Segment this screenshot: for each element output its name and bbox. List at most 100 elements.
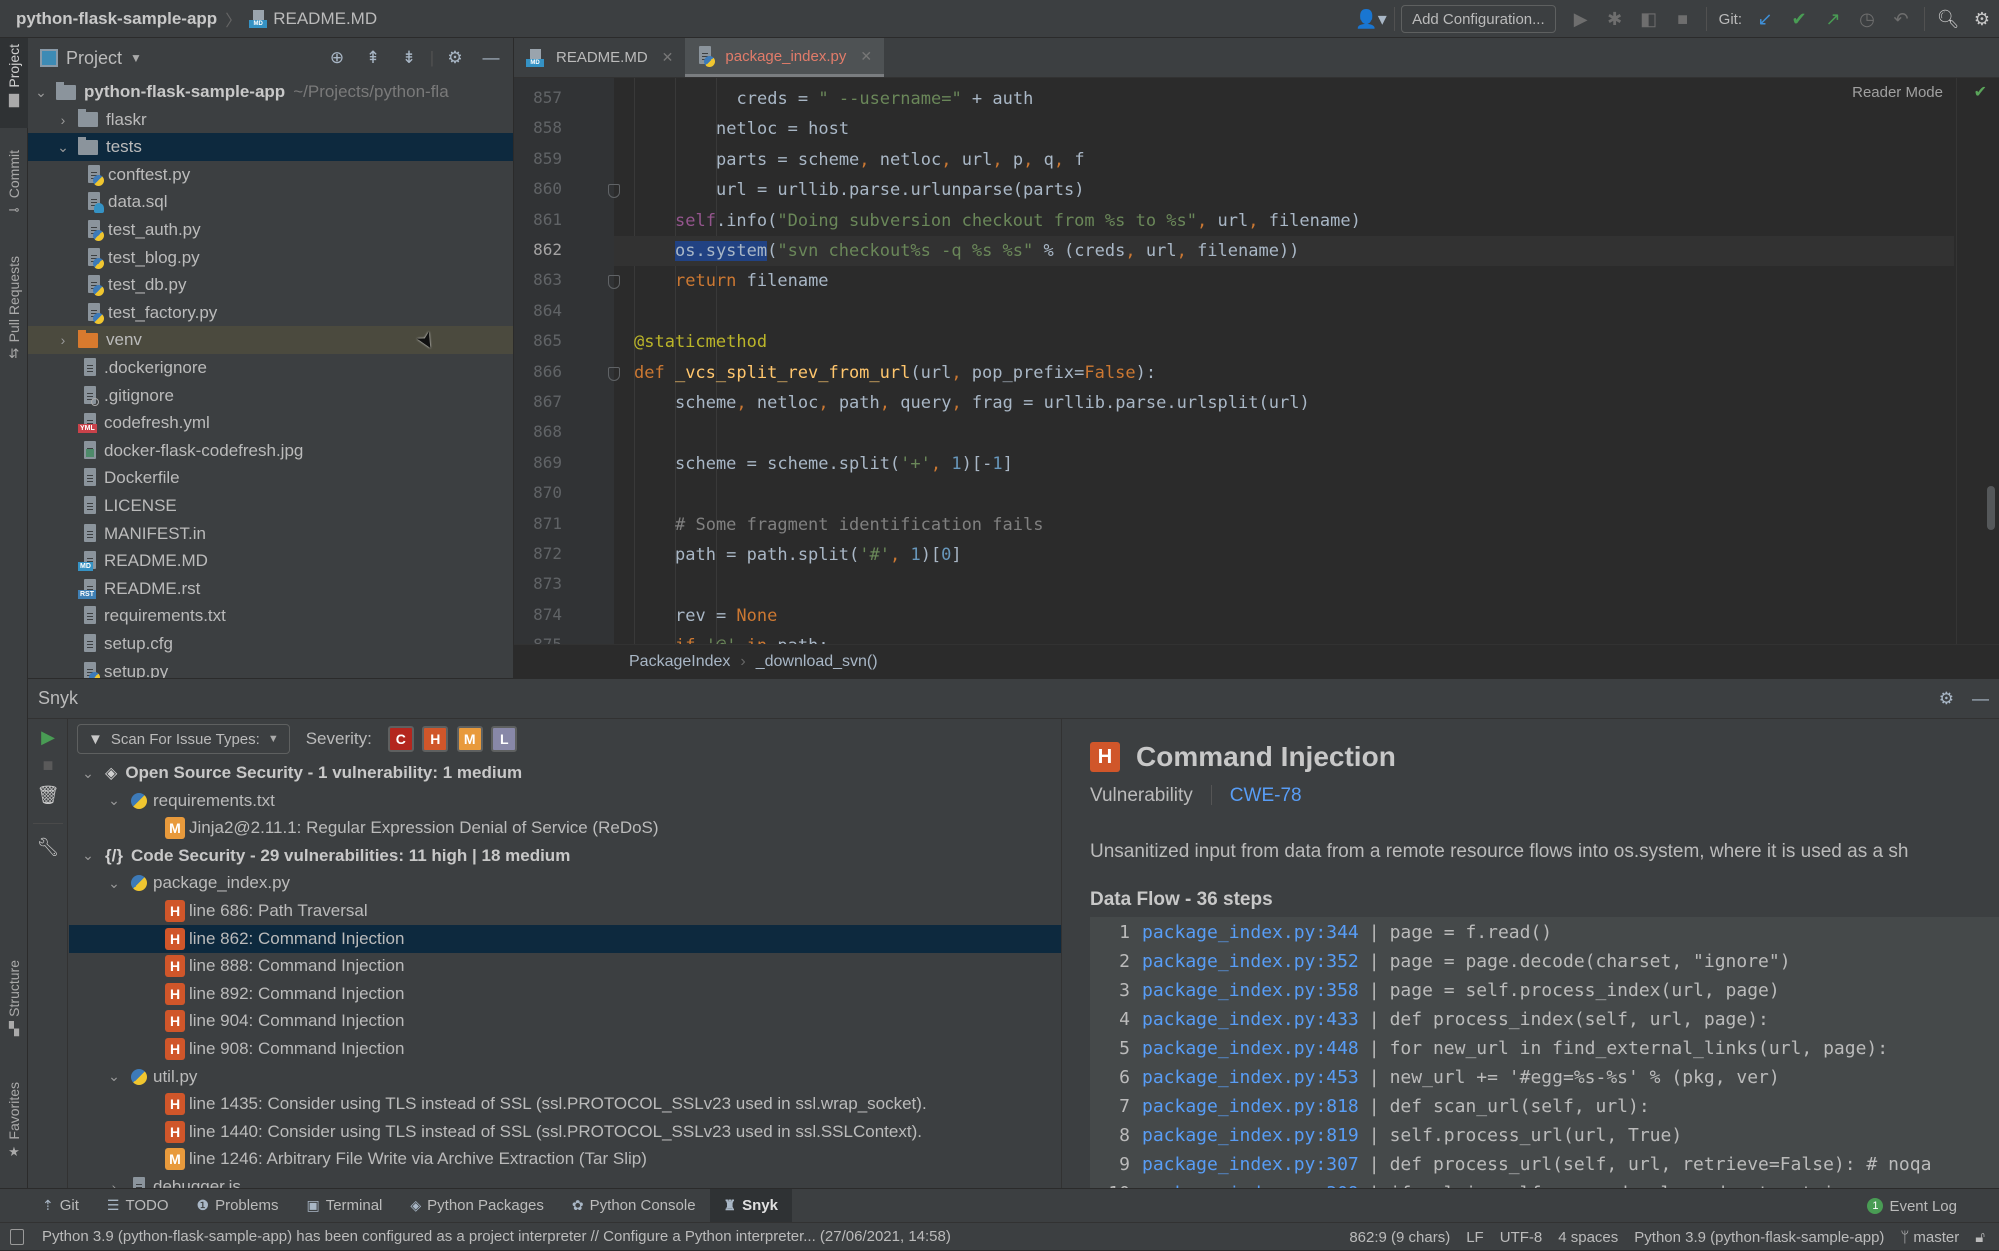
breadcrumb-class[interactable]: PackageIndex (629, 653, 730, 671)
indent-setting[interactable]: 4 spaces (1558, 1229, 1618, 1246)
tree-item[interactable]: data.sql (28, 188, 513, 216)
close-icon[interactable]: ✕ (860, 48, 872, 65)
chevron-right-icon[interactable]: › (54, 112, 72, 128)
tree-item[interactable]: YML codefresh.yml (28, 409, 513, 437)
git-update-icon[interactable]: ↙ (1748, 4, 1782, 34)
python-interpreter[interactable]: Python 3.9 (python-flask-sample-app) (1634, 1229, 1884, 1246)
stop-icon[interactable]: ■ (1666, 4, 1700, 34)
tree-item[interactable]: test_blog.py (28, 244, 513, 272)
tab-readme[interactable]: MD README.MD ✕ (514, 38, 685, 77)
step-location-link[interactable]: package_index.py:358 (1142, 980, 1359, 1001)
step-location-link[interactable]: package_index.py:818 (1142, 1096, 1359, 1117)
severity-critical-toggle[interactable]: C (387, 726, 414, 752)
tree-item[interactable]: MD README.MD (28, 547, 513, 575)
snyk-tree-item[interactable]: Hline 908: Command Injection (69, 1035, 1061, 1063)
tool-tab-pull-requests[interactable]: Pull Requests ⇵ (0, 256, 28, 380)
tree-item[interactable]: test_factory.py (28, 299, 513, 327)
stop-scan-icon[interactable]: ■ (28, 755, 68, 776)
inspection-ok-icon[interactable]: ✔ (1974, 82, 1987, 102)
step-location-link[interactable]: package_index.py:453 (1142, 1067, 1359, 1088)
tree-item[interactable]: requirements.txt (28, 602, 513, 630)
chevron-down-icon[interactable]: ⌄ (79, 847, 97, 864)
tool-windows-toggle-icon[interactable] (10, 1229, 24, 1245)
editor-scrollbar[interactable] (1987, 486, 1995, 530)
severity-high-toggle[interactable]: H (422, 726, 449, 752)
bottom-tab-git[interactable]: ⇡ Git (28, 1189, 93, 1223)
event-log-button[interactable]: 1 Event Log (1867, 1189, 1957, 1223)
trash-icon[interactable]: 🗑︎ (28, 785, 68, 806)
chevron-down-icon[interactable]: ⌄ (105, 875, 123, 892)
locate-icon[interactable]: ⊕ (319, 48, 355, 68)
tree-item[interactable]: MANIFEST.in (28, 520, 513, 548)
tree-item[interactable]: test_auth.py (28, 216, 513, 244)
snyk-tree-item[interactable]: › debugger.js (69, 1173, 1061, 1189)
tree-item[interactable]: test_db.py (28, 271, 513, 299)
step-location-link[interactable]: package_index.py:433 (1142, 1009, 1359, 1030)
chevron-down-icon[interactable]: ⌄ (105, 792, 123, 809)
snyk-tree-item[interactable]: Hline 904: Command Injection (69, 1007, 1061, 1035)
settings-icon[interactable]: ⚙ (437, 48, 473, 68)
snyk-tree-item[interactable]: ⌄ {/} Code Security - 29 vulnerabilities: … (69, 842, 1061, 870)
tree-item[interactable]: Dockerfile (28, 464, 513, 492)
user-icon[interactable]: 👤▾ (1354, 4, 1388, 34)
caret-position[interactable]: 862:9 (9 chars) (1349, 1229, 1450, 1246)
tree-item[interactable]: setup.cfg (28, 630, 513, 658)
project-view-selector[interactable]: Project ▼ (40, 48, 142, 69)
coverage-icon[interactable]: ◧ (1632, 4, 1666, 34)
snyk-tree-item[interactable]: ⌄ util.py (69, 1063, 1061, 1091)
chevron-down-icon[interactable]: ⌄ (79, 765, 97, 782)
tree-item[interactable]: docker-flask-codefresh.jpg (28, 437, 513, 465)
bottom-tab-problems[interactable]: ❶ Problems (183, 1189, 293, 1223)
code-area[interactable]: creds = " --username=" + auth netloc = ho… (614, 78, 1954, 644)
settings-icon[interactable]: ⚙ (1939, 689, 1954, 709)
add-configuration-button[interactable]: Add Configuration... (1401, 5, 1556, 33)
chevron-down-icon[interactable]: ⌄ (32, 84, 50, 101)
file-encoding[interactable]: UTF-8 (1500, 1229, 1543, 1246)
hide-panel-icon[interactable]: — (1972, 689, 1989, 709)
snyk-tree-item[interactable]: Hline 1440: Consider using TLS instead o… (69, 1118, 1061, 1146)
chevron-right-icon[interactable]: › (54, 332, 72, 348)
git-branch[interactable]: ᛘ master (1900, 1229, 1959, 1246)
tool-tab-structure[interactable]: Structure ▚ (0, 960, 28, 1060)
search-icon[interactable]: 🔍︎ (1931, 4, 1965, 34)
tab-package-index[interactable]: package_index.py ✕ (685, 38, 885, 77)
tree-item[interactable]: LICENSE (28, 492, 513, 520)
step-location-link[interactable]: package_index.py:448 (1142, 1038, 1359, 1059)
snyk-tree-item[interactable]: M Jinja2@2.11.1: Regular Expression Denia… (69, 814, 1061, 842)
snyk-tree-item[interactable]: ⌄ ◈ Open Source Security - 1 vulnerability… (69, 759, 1061, 787)
tree-item[interactable]: .gitignore (28, 382, 513, 410)
tree-item[interactable]: conftest.py (28, 161, 513, 189)
history-icon[interactable]: ◷ (1850, 4, 1884, 34)
wrench-icon[interactable]: 🔧︎ (28, 837, 68, 858)
bottom-tab-todo[interactable]: ☰ TODO (93, 1189, 183, 1223)
snyk-tree-item[interactable]: Hline 1435: Consider using TLS instead o… (69, 1090, 1061, 1118)
bottom-tab-terminal[interactable]: ▣ Terminal (292, 1189, 396, 1223)
step-location-link[interactable]: package_index.py:819 (1142, 1125, 1359, 1146)
breadcrumb-file[interactable]: README.MD (273, 9, 377, 29)
severity-medium-toggle[interactable]: M (456, 726, 483, 752)
collapse-all-icon[interactable]: ⇟ (391, 48, 427, 68)
snyk-tree-item[interactable]: Mline 1246: Arbitrary File Write via Arc… (69, 1145, 1061, 1173)
breadcrumb-method[interactable]: _download_svn() (756, 653, 878, 671)
tool-tab-commit[interactable]: Commit ⊸ (0, 150, 28, 240)
bottom-tab-snyk[interactable]: ♜ Snyk (709, 1188, 792, 1223)
tree-item[interactable]: setup.py (28, 658, 513, 678)
run-icon[interactable]: ▶ (1564, 4, 1598, 34)
severity-low-toggle[interactable]: L (491, 726, 518, 752)
bottom-tab-python-packages[interactable]: ◈ Python Packages (396, 1189, 558, 1223)
reader-mode-button[interactable]: Reader Mode (1852, 84, 1943, 101)
snyk-tree-item[interactable]: Hline 686: Path Traversal (69, 897, 1061, 925)
hide-panel-icon[interactable]: — (473, 48, 509, 68)
chevron-down-icon[interactable]: ⌄ (54, 139, 72, 156)
run-scan-icon[interactable]: ▶ (28, 727, 68, 748)
rollback-icon[interactable]: ↶ (1884, 4, 1918, 34)
debug-icon[interactable]: ✱ (1598, 4, 1632, 34)
snyk-tree-item[interactable]: ⌄ requirements.txt (69, 787, 1061, 815)
step-location-link[interactable]: package_index.py:344 (1142, 922, 1359, 943)
bottom-tab-python-console[interactable]: ✿ Python Console (558, 1189, 710, 1223)
lock-icon[interactable]: 🔓︎ (1975, 1229, 1985, 1246)
tree-item[interactable]: RST README.rst (28, 575, 513, 603)
status-message[interactable]: Python 3.9 (python-flask-sample-app) has… (42, 1228, 951, 1245)
step-location-link[interactable]: package_index.py:352 (1142, 951, 1359, 972)
step-location-link[interactable]: package_index.py:307 (1142, 1154, 1359, 1175)
